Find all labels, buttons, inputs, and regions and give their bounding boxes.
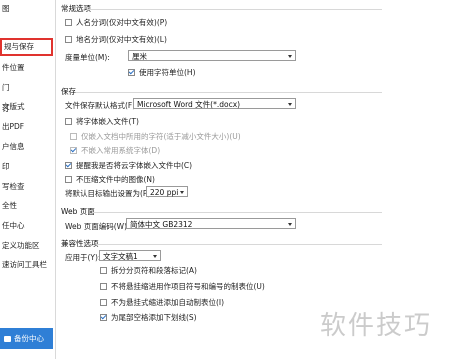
sidebar-item-file-location[interactable]: 件位置 [2, 61, 56, 75]
split-page-break-checkbox[interactable]: 拆分分页符和段落标记(A) [100, 265, 197, 276]
embed-used-chars-checkbox[interactable]: 仅嵌入文档中所用的字符(适于减小文件大小)(U) [70, 131, 241, 142]
checkbox-box[interactable] [65, 19, 72, 26]
save-format-select[interactable]: Microsoft Word 文件(*.docx) [133, 98, 296, 109]
select-value: 厘米 [132, 52, 147, 61]
select-value: 文字文稿1 [103, 252, 138, 261]
save-format-label: 文件保存默认格式(F): [65, 101, 138, 110]
section-compat-title: 兼容性选项 [61, 239, 99, 248]
sidebar-item-quick-access[interactable]: 速访问工具栏 [2, 258, 56, 272]
divider [88, 9, 382, 10]
checkbox-label: 将字体嵌入文件(T) [76, 117, 139, 126]
checkbox-label: 不嵌入常用系统字体(D) [81, 146, 161, 155]
checkbox-label: 为尾部空格添加下划线(S) [111, 313, 197, 322]
remind-cloud-fonts-checkbox[interactable]: 提醒我是否将云字体嵌入文件中(C) [65, 160, 192, 171]
checkbox-box[interactable] [65, 118, 72, 125]
sidebar-item-general-save[interactable]: 规与保存 [0, 38, 53, 56]
checkbox-box[interactable] [100, 283, 107, 290]
checkbox-box[interactable] [128, 69, 135, 76]
apply-to-label: 应用于(Y): [65, 253, 101, 262]
sidebar-item-print[interactable]: 印 [2, 160, 56, 174]
measure-unit-select[interactable]: 厘米 [128, 50, 296, 61]
checkbox-box[interactable] [70, 133, 77, 140]
underline-trailing-spaces-checkbox[interactable]: 为尾部空格添加下划线(S) [100, 312, 197, 323]
section-web-title: Web 页面 [61, 207, 95, 216]
no-auto-tab-checkbox[interactable]: 不为悬挂式缩进添加自动制表位(I) [100, 297, 224, 308]
web-encoding-select[interactable]: 简体中文 GB2312 [126, 218, 296, 229]
sidebar-item-user-info[interactable]: 户信息 [2, 140, 56, 154]
chevron-down-icon [153, 255, 157, 258]
watermark-text: 软件技巧 [320, 311, 433, 341]
backup-center-label: 备份中心 [14, 334, 44, 343]
sidebar-item-trust-center[interactable]: 任中心 [2, 219, 56, 233]
checkbox-box[interactable] [100, 314, 107, 321]
output-ppi-select[interactable]: 220 ppi [146, 186, 188, 197]
chevron-down-icon [288, 223, 292, 226]
checkbox-label: 不压缩文件中的图像(N) [76, 175, 155, 184]
checkbox-label: 使用字符单位(H) [139, 68, 196, 77]
sidebar-item-view[interactable]: 图 [2, 2, 56, 16]
chevron-down-icon [288, 55, 292, 58]
chevron-down-icon [288, 103, 292, 106]
checkbox-box[interactable] [70, 147, 77, 154]
no-compress-images-checkbox[interactable]: 不压缩文件中的图像(N) [65, 174, 155, 185]
checkbox-label: 不为悬挂式缩进添加自动制表位(I) [111, 298, 225, 307]
checkbox-label: 仅嵌入文档中所用的字符(适于减小文件大小)(U) [81, 132, 241, 141]
checkbox-box[interactable] [65, 36, 72, 43]
embed-fonts-checkbox[interactable]: 将字体嵌入文件(T) [65, 116, 139, 127]
backup-center-button[interactable]: 备份中心 [0, 328, 53, 349]
checkbox-label: 人名分词(仅对中文有效)(P) [76, 18, 168, 27]
select-value: 220 ppi [150, 188, 179, 197]
sidebar-item-edit[interactable]: 门 [2, 81, 56, 95]
char-unit-checkbox[interactable]: 使用字符单位(H) [128, 67, 196, 78]
select-value: Microsoft Word 文件(*.docx) [137, 100, 241, 109]
checkbox-label: 不将悬挂缩进用作项目符号和编号的制表位(U) [111, 282, 265, 291]
select-value: 简体中文 GB2312 [130, 220, 193, 229]
divider [92, 212, 382, 213]
place-segmentation-checkbox[interactable]: 地名分词(仅对中文有效)(L) [65, 34, 167, 45]
divider [96, 244, 382, 245]
name-segmentation-checkbox[interactable]: 人名分词(仅对中文有效)(P) [65, 17, 167, 28]
checkbox-box[interactable] [100, 299, 107, 306]
sidebar-item-customize-ribbon[interactable]: 定义功能区 [2, 239, 56, 253]
sidebar-item-security[interactable]: 全性 [2, 199, 56, 213]
web-encoding-label: Web 页面编码(W): [65, 222, 130, 231]
sidebar-item-chinese-layout[interactable]: 文版式 [2, 100, 56, 114]
no-hanging-tab-checkbox[interactable]: 不将悬挂缩进用作项目符号和编号的制表位(U) [100, 281, 265, 292]
output-ppi-label: 将默认目标输出设置为(P): [65, 189, 153, 198]
options-sidebar: 图 规与保存 件位置 门 订 文版式 出PDF 户信息 印 写检查 全性 任中心… [0, 0, 56, 359]
checkbox-label: 拆分分页符和段落标记(A) [111, 266, 197, 275]
backup-icon [4, 336, 11, 342]
no-common-fonts-checkbox[interactable]: 不嵌入常用系统字体(D) [70, 145, 160, 156]
checkbox-label: 提醒我是否将云字体嵌入文件中(C) [76, 161, 193, 170]
section-general-title: 常规选项 [61, 4, 91, 13]
divider [76, 92, 382, 93]
sidebar-item-spell-check[interactable]: 写检查 [2, 180, 56, 194]
measure-unit-label: 度量单位(M): [65, 53, 110, 62]
checkbox-box[interactable] [100, 267, 107, 274]
sidebar-item-export-pdf[interactable]: 出PDF [2, 120, 56, 134]
chevron-down-icon [180, 191, 184, 194]
apply-to-select[interactable]: 文字文稿1 [99, 250, 161, 261]
checkbox-box[interactable] [65, 176, 72, 183]
checkbox-label: 地名分词(仅对中文有效)(L) [76, 35, 167, 44]
checkbox-box[interactable] [65, 162, 72, 169]
section-save-title: 保存 [61, 87, 76, 96]
